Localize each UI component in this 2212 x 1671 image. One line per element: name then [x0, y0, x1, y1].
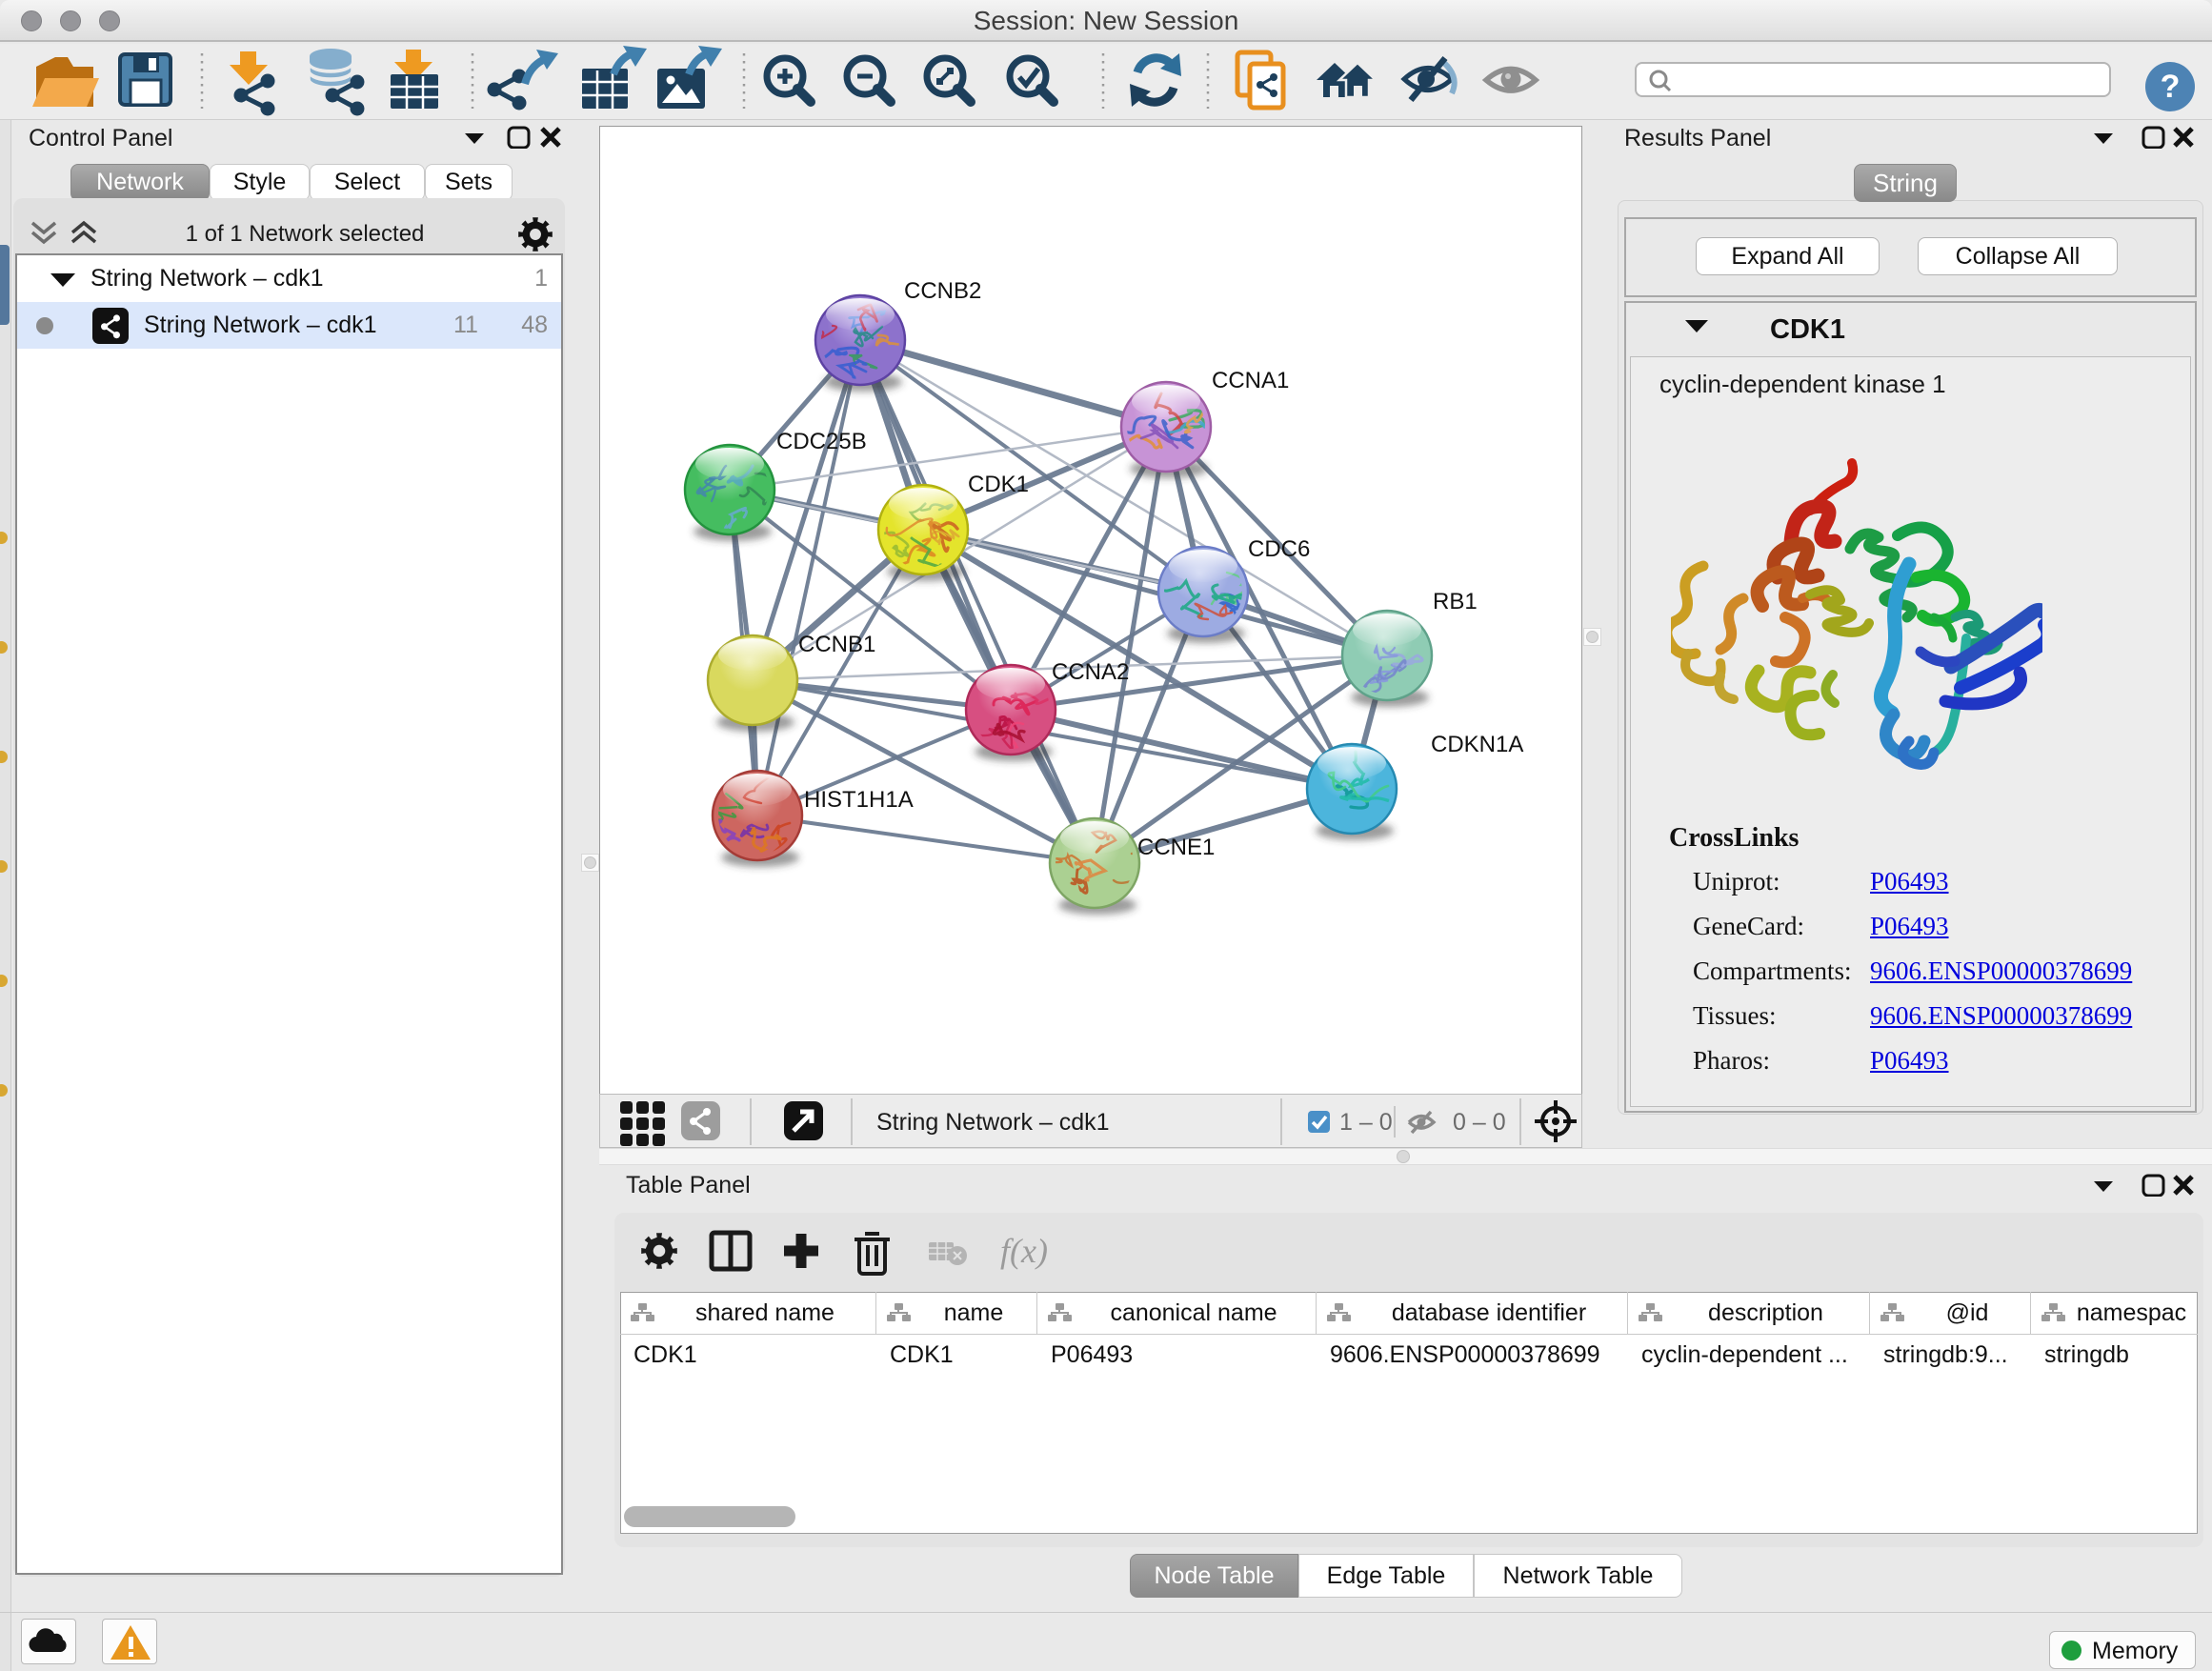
svg-text:CCNB1: CCNB1	[798, 632, 875, 657]
svg-text:CCNA2: CCNA2	[1052, 659, 1129, 685]
svg-text:CCNA1: CCNA1	[1212, 368, 1289, 393]
svg-text:CDC25B: CDC25B	[776, 429, 867, 454]
svg-text:CCNB2: CCNB2	[904, 278, 981, 304]
svg-text:HIST1H1A: HIST1H1A	[804, 787, 914, 813]
svg-text:CDK1: CDK1	[968, 472, 1029, 497]
svg-text:RB1: RB1	[1433, 589, 1478, 614]
svg-text:1 – 0: 1 – 0	[1339, 1109, 1393, 1136]
svg-text:String Network – cdk1: String Network – cdk1	[876, 1109, 1110, 1136]
svg-text:CCNE1: CCNE1	[1137, 835, 1215, 860]
svg-text:CDC6: CDC6	[1248, 536, 1310, 562]
svg-text:f(x): f(x)	[1000, 1232, 1048, 1270]
svg-text:0 – 0: 0 – 0	[1453, 1109, 1506, 1136]
svg-text:CDKN1A: CDKN1A	[1431, 732, 1523, 757]
